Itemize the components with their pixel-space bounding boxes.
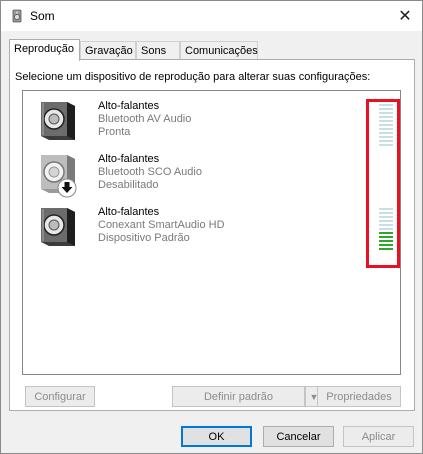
title-bar: Som ✕ (1, 1, 422, 31)
meter-segment (379, 120, 393, 122)
device-name: Alto-falantes (98, 153, 160, 165)
meter-segment (379, 136, 393, 138)
window-title: Som (30, 9, 55, 23)
meter-segment (379, 116, 393, 118)
cancel-button[interactable]: Cancelar (263, 426, 334, 447)
meter-segment (379, 140, 393, 142)
device-status: Dispositivo Padrão (98, 232, 190, 244)
meter-segment (379, 128, 393, 130)
device-item[interactable]: Alto-falantes Bluetooth AV Audio Pronta (29, 98, 389, 148)
speaker-icon (41, 102, 75, 140)
sound-dialog: Som ✕ Reprodução Gravação Sons Comunicaç… (0, 0, 423, 454)
meter-segment (379, 236, 393, 238)
device-driver: Conexant SmartAudio HD (98, 219, 225, 231)
meter-segment (379, 216, 393, 218)
tab-recording[interactable]: Gravação (80, 41, 136, 59)
instruction-text: Selecione um dispositivo de reprodução p… (15, 71, 371, 83)
meter-segment (379, 124, 393, 126)
device-list[interactable]: Alto-falantes Bluetooth AV Audio Pronta … (22, 90, 401, 375)
device-driver: Bluetooth AV Audio (98, 113, 192, 125)
meter-segment (379, 220, 393, 222)
ok-button[interactable]: OK (181, 426, 252, 447)
meter-segment (379, 208, 393, 210)
set-default-button[interactable]: Definir padrão (172, 386, 305, 407)
device-driver: Bluetooth SCO Audio (98, 166, 202, 178)
meter-segment (379, 144, 393, 146)
meter-segment (379, 228, 393, 230)
device-name: Alto-falantes (98, 206, 160, 218)
speaker-disabled-icon (41, 155, 77, 198)
close-icon: ✕ (398, 8, 412, 25)
speaker-app-icon (12, 9, 22, 23)
device-item[interactable]: Alto-falantes Bluetooth SCO Audio Desabi… (29, 151, 389, 201)
properties-button[interactable]: Propriedades (317, 386, 401, 407)
apply-button[interactable]: Aplicar (343, 426, 414, 447)
tab-communications[interactable]: Comunicações (180, 41, 258, 59)
device-status: Pronta (98, 126, 131, 138)
meter-segment (379, 232, 393, 234)
meter-segment (379, 104, 393, 106)
playback-panel: Selecione um dispositivo de reprodução p… (9, 59, 415, 411)
volume-meter (379, 104, 393, 146)
meter-segment (379, 224, 393, 226)
meter-segment (379, 132, 393, 134)
device-name: Alto-falantes (98, 100, 160, 112)
meter-segment (379, 108, 393, 110)
tab-playback[interactable]: Reprodução (9, 39, 80, 61)
meter-segment (379, 244, 393, 246)
meter-segment (379, 248, 393, 250)
volume-meter (379, 208, 393, 250)
speaker-icon (41, 208, 75, 246)
tab-sounds[interactable]: Sons (136, 41, 180, 59)
device-item[interactable]: Alto-falantes Conexant SmartAudio HD Dis… (29, 204, 389, 254)
configure-button[interactable]: Configurar (25, 386, 95, 407)
close-button[interactable]: ✕ (388, 1, 422, 31)
highlight-box (366, 99, 400, 268)
meter-segment (379, 112, 393, 114)
device-status: Desabilitado (98, 179, 159, 191)
meter-segment (379, 212, 393, 214)
meter-segment (379, 240, 393, 242)
